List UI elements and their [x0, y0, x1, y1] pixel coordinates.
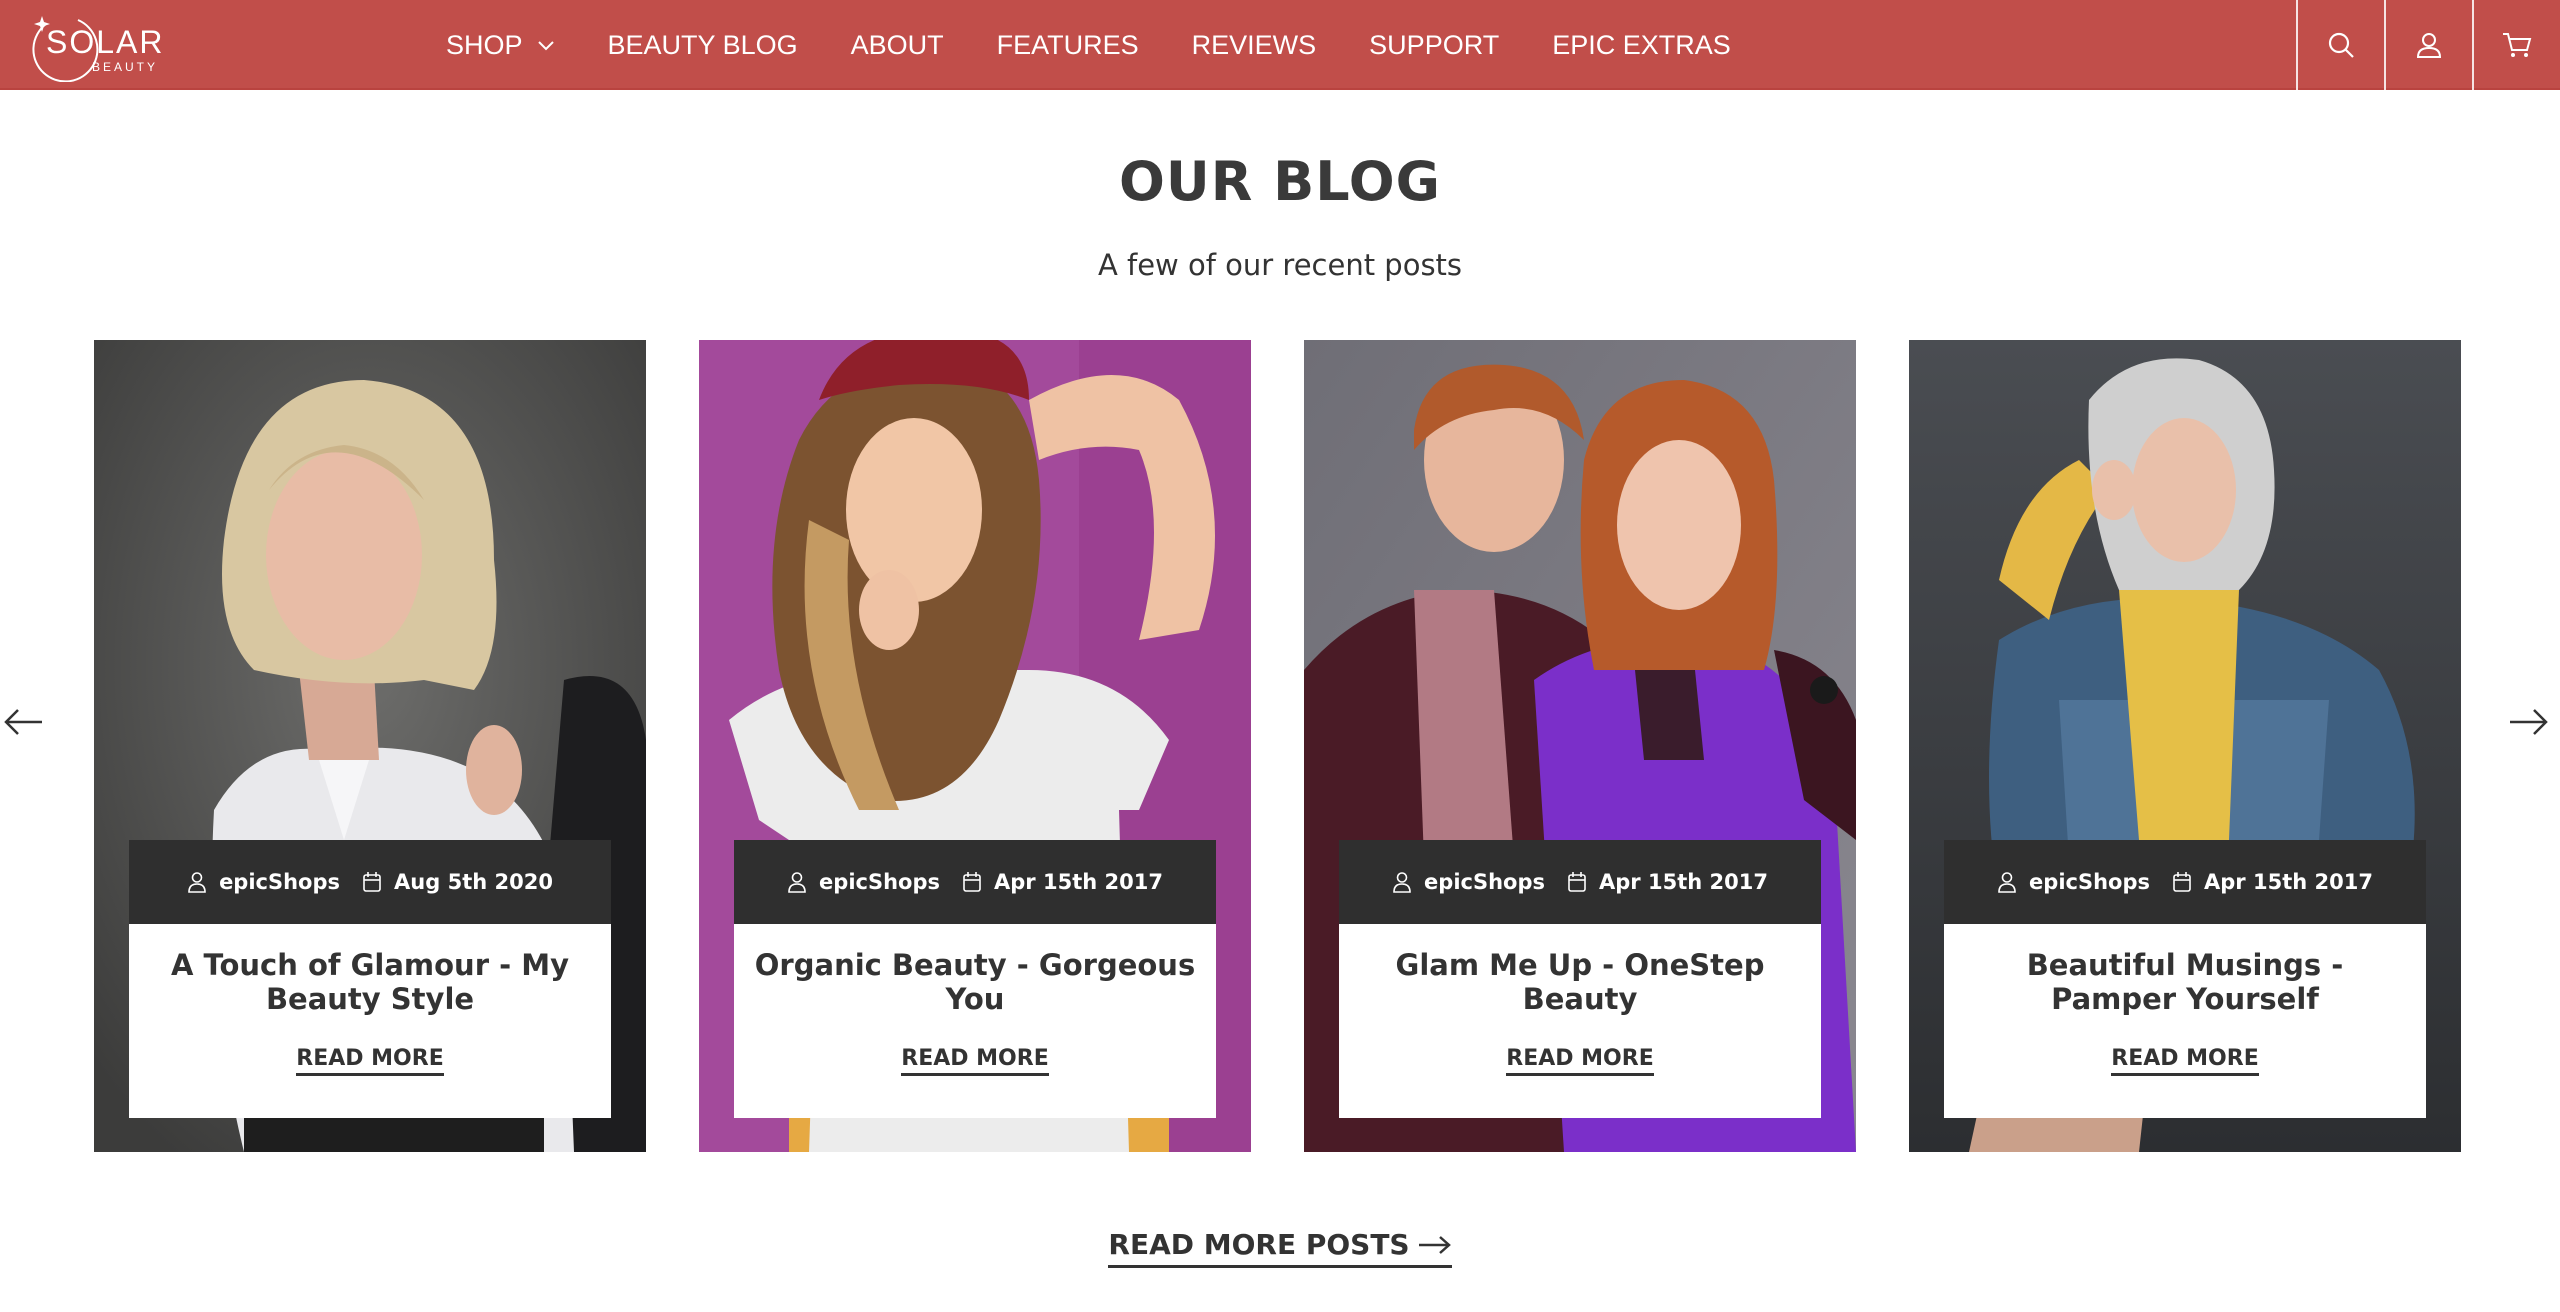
site-logo[interactable]: SOLAR BEAUTY — [26, 12, 162, 82]
user-icon — [788, 872, 806, 893]
post-meta-bar: epicShops Aug 5th 2020 — [129, 840, 611, 924]
calendar-icon — [2173, 872, 2191, 892]
post-date-text: Apr 15th 2017 — [2204, 870, 2373, 894]
post-title[interactable]: Beautiful Musings - Pamper Yourself — [1964, 948, 2406, 1016]
post-meta-bar: epicShops Apr 15th 2017 — [1944, 840, 2426, 924]
nav-shop-label: SHOP — [446, 29, 523, 60]
chevron-down-icon — [537, 39, 555, 51]
post-title[interactable]: Organic Beauty - Gorgeous You — [754, 948, 1196, 1016]
logo-text: SOLAR — [46, 24, 165, 60]
post-author-name: epicShops — [1424, 870, 1546, 894]
account-button[interactable] — [2384, 0, 2472, 90]
read-more-label[interactable]: READ MORE — [2111, 1046, 2259, 1076]
post-date: Apr 15th 2017 — [2172, 870, 2373, 894]
post-body: Glam Me Up - OneStep Beauty READ MORE — [1339, 924, 1821, 1118]
header-icon-group — [2296, 0, 2560, 90]
post-author-name: epicShops — [2029, 870, 2151, 894]
post-body: A Touch of Glamour - My Beauty Style REA… — [129, 924, 611, 1118]
user-icon — [188, 872, 206, 893]
nav-shop[interactable]: SHOP — [446, 30, 555, 61]
post-title[interactable]: Glam Me Up - OneStep Beauty — [1359, 948, 1801, 1016]
nav-reviews[interactable]: REVIEWS — [1192, 30, 1317, 61]
search-button[interactable] — [2296, 0, 2384, 90]
read-more-posts-link[interactable]: READ MORE POSTS — [1108, 1228, 1452, 1268]
site-header: SOLAR BEAUTY SHOP BEAUTY BLOG ABOUT FEAT… — [0, 0, 2560, 90]
user-icon — [1393, 872, 1411, 893]
post-date: Apr 15th 2017 — [1567, 870, 1768, 894]
blog-card[interactable]: epicShops Apr 15th 2017 Beautiful Musing… — [1909, 340, 2461, 1152]
nav-about[interactable]: ABOUT — [851, 30, 944, 61]
nav-epic-extras[interactable]: EPIC EXTRAS — [1552, 30, 1731, 61]
calendar-icon — [1568, 872, 1586, 892]
account-icon — [2416, 33, 2442, 58]
calendar-icon — [363, 872, 381, 892]
read-more-label[interactable]: READ MORE — [296, 1046, 444, 1076]
calendar-icon — [963, 872, 981, 892]
read-more-link[interactable]: READ MORE — [734, 1046, 1216, 1076]
blog-card[interactable]: epicShops Apr 15th 2017 Glam Me Up - One… — [1304, 340, 1856, 1152]
more-posts-container: READ MORE POSTS — [0, 1228, 2560, 1268]
user-icon — [1998, 872, 2016, 893]
main-nav: SHOP BEAUTY BLOG ABOUT FEATURES REVIEWS … — [446, 0, 1784, 90]
nav-support[interactable]: SUPPORT — [1369, 30, 1499, 61]
read-more-label[interactable]: READ MORE — [1506, 1046, 1654, 1076]
carousel-prev-button[interactable] — [2, 700, 46, 744]
arrow-right-icon — [2510, 709, 2548, 735]
post-date: Apr 15th 2017 — [962, 870, 1163, 894]
post-author-name: epicShops — [219, 870, 341, 894]
blog-card[interactable]: epicShops Aug 5th 2020 A Touch of Glamou… — [94, 340, 646, 1152]
post-meta-bar: epicShops Apr 15th 2017 — [734, 840, 1216, 924]
blog-card[interactable]: epicShops Apr 15th 2017 Organic Beauty -… — [699, 340, 1251, 1152]
read-more-link[interactable]: READ MORE — [129, 1046, 611, 1076]
post-date-text: Apr 15th 2017 — [1599, 870, 1768, 894]
read-more-link[interactable]: READ MORE — [1944, 1046, 2426, 1076]
read-more-label[interactable]: READ MORE — [901, 1046, 1049, 1076]
post-author-name: epicShops — [819, 870, 941, 894]
post-author[interactable]: epicShops — [787, 870, 940, 894]
arrow-left-icon — [4, 709, 42, 735]
nav-features[interactable]: FEATURES — [997, 30, 1139, 61]
section-title: OUR BLOG — [1118, 150, 1441, 213]
post-author[interactable]: epicShops — [1997, 870, 2150, 894]
post-author[interactable]: epicShops — [1392, 870, 1545, 894]
post-body: Organic Beauty - Gorgeous You READ MORE — [734, 924, 1216, 1118]
logo-subtext: BEAUTY — [92, 60, 159, 74]
post-meta-bar: epicShops Apr 15th 2017 — [1339, 840, 1821, 924]
read-more-link[interactable]: READ MORE — [1339, 1046, 1821, 1076]
cart-button[interactable] — [2472, 0, 2560, 90]
post-body: Beautiful Musings - Pamper Yourself READ… — [1944, 924, 2426, 1118]
cart-icon — [2503, 33, 2532, 57]
nav-beauty-blog[interactable]: BEAUTY BLOG — [608, 30, 798, 61]
arrow-right-icon — [1418, 1235, 1451, 1254]
post-author[interactable]: epicShops — [187, 870, 340, 894]
post-date-text: Apr 15th 2017 — [994, 870, 1163, 894]
search-icon — [2328, 32, 2354, 58]
carousel-next-button[interactable] — [2506, 700, 2550, 744]
post-date-text: Aug 5th 2020 — [394, 870, 553, 894]
read-more-posts-label: READ MORE POSTS — [1108, 1228, 1410, 1261]
section-subtitle: A few of our recent posts — [1097, 248, 1463, 282]
post-title[interactable]: A Touch of Glamour - My Beauty Style — [149, 948, 591, 1016]
post-date: Aug 5th 2020 — [362, 870, 553, 894]
